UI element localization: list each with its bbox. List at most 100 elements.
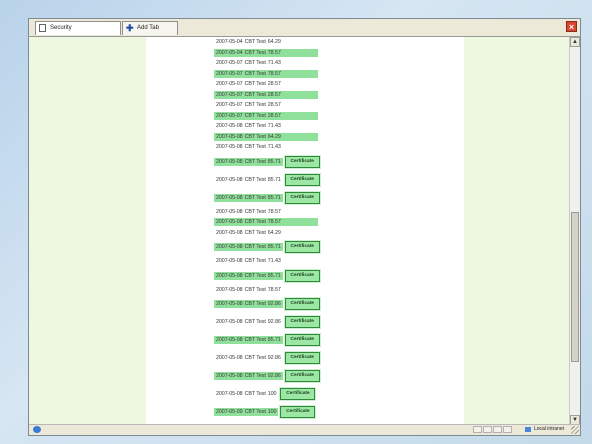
result-text: 2007-05-08 [214, 372, 245, 380]
tab-security[interactable]: Security [35, 21, 121, 35]
result-test-name: CBT Test [244, 157, 268, 166]
result-text: 2007-05-08 [216, 319, 243, 325]
result-row: 2007-05-08 CBT Test 85.71 Certificate [214, 238, 321, 256]
result-text: 2007-05-08 [214, 132, 245, 141]
result-score: 28.57 [267, 81, 281, 88]
certificate-button[interactable]: Certificate [283, 351, 321, 365]
result-score: 28.57 [267, 111, 283, 120]
certificate-button[interactable]: Certificate [283, 315, 321, 329]
result-test-name: CBT Test [244, 48, 268, 57]
result-test-name: CBT Test [244, 90, 268, 99]
result-test-name: CBT Test [244, 243, 268, 251]
result-test-name: CBT Test [244, 144, 266, 151]
result-row: 2007-05-04 CBT Test 78.57 [214, 48, 318, 59]
result-text: 2007-05-08 [216, 229, 243, 236]
add-tab-button[interactable]: ✚ Add Tab [122, 21, 178, 35]
result-score: 85.71 [267, 176, 281, 183]
result-text: 2007-05-08 [216, 258, 243, 265]
result-row: 2007-05-08 CBT Test 64.29 [214, 132, 318, 143]
result-bar [282, 111, 318, 120]
result-row: 2007-05-04 CBT Test 64.29 [214, 37, 283, 48]
result-row: 2007-05-07 CBT Test 71.43 [214, 58, 283, 69]
result-row: 2007-05-07 CBT Test 28.57 [214, 79, 283, 90]
result-row: 2007-05-07 CBT Test 78.57 [214, 69, 318, 80]
certificate-button[interactable]: Certificate [283, 369, 321, 383]
result-test-name: CBT Test [244, 60, 266, 67]
result-test-name: CBT Test [244, 319, 266, 325]
result-text: 2007-05-07 [216, 102, 243, 109]
result-bar [282, 90, 318, 99]
result-text: 2007-05-08 [216, 391, 243, 397]
result-score: 78.57 [267, 218, 283, 227]
result-score: 71.43 [267, 123, 281, 130]
certificate-button[interactable]: Certificate [283, 297, 321, 311]
result-score: 85.71 [267, 271, 283, 280]
result-score: 71.43 [267, 60, 281, 67]
result-score: 78.57 [267, 286, 281, 293]
result-text: 2007-05-04 [216, 39, 243, 46]
result-text: 2007-05-08 [214, 193, 245, 202]
result-text: 2007-05-07 [214, 69, 245, 78]
result-test-name: CBT Test [244, 111, 268, 120]
page-icon [39, 24, 46, 32]
vertical-scrollbar[interactable]: ▲ ▼ [569, 37, 580, 425]
certificate-button[interactable]: Certificate [283, 154, 321, 169]
result-text: 2007-05-08 [214, 218, 245, 227]
result-score: 71.43 [267, 258, 281, 265]
result-text: 2007-05-08 [214, 243, 245, 251]
right-margin-band [464, 37, 569, 425]
result-score: 85.71 [267, 336, 283, 344]
status-bar: Local intranet [29, 424, 580, 435]
result-score: 71.43 [267, 144, 281, 151]
result-test-name: CBT Test [244, 123, 266, 130]
tab-bar: Security ✚ Add Tab × [29, 19, 580, 37]
result-bar [282, 132, 318, 141]
result-row: 2007-05-08 CBT Test 92.86 Certificate [214, 367, 321, 385]
resize-grip[interactable] [571, 426, 579, 434]
result-text: 2007-05-07 [214, 90, 245, 99]
status-cell [503, 426, 512, 433]
result-text: 2007-05-08 [216, 176, 243, 183]
result-test-name: CBT Test [244, 271, 268, 280]
certificate-button[interactable]: Certificate [283, 268, 321, 283]
scroll-up-button[interactable]: ▲ [570, 37, 580, 47]
result-row: 2007-05-08 CBT Test 78.57 [214, 207, 283, 218]
result-test-name: CBT Test [244, 336, 268, 344]
result-bar [282, 69, 318, 78]
result-score: 85.71 [267, 193, 283, 202]
certificate-button[interactable]: Certificate [283, 240, 321, 254]
result-bar [282, 218, 318, 227]
close-icon[interactable]: × [566, 21, 577, 32]
result-row: 2007-05-08 CBT Test 85.71 Certificate [214, 267, 321, 285]
result-test-name: CBT Test [244, 81, 266, 88]
result-score: 85.71 [267, 243, 283, 251]
result-text: 2007-05-04 [214, 48, 245, 57]
scroll-thumb[interactable] [571, 212, 579, 362]
certificate-button[interactable]: Certificate [279, 387, 317, 401]
globe-icon [33, 426, 41, 433]
result-test-name: CBT Test [244, 39, 266, 46]
certificate-button[interactable]: Certificate [283, 333, 321, 347]
certificate-button[interactable]: Certificate [283, 190, 321, 205]
intranet-zone-icon [524, 427, 531, 432]
result-test-name: CBT Test [244, 132, 268, 141]
result-test-name: CBT Test [244, 286, 266, 293]
result-row: 2007-05-08 CBT Test 85.71 Certificate [214, 153, 321, 171]
result-score: 78.57 [267, 69, 283, 78]
result-text: 2007-05-07 [216, 60, 243, 67]
left-margin-band [29, 37, 146, 425]
result-row: 2007-05-08 CBT Test 71.43 [214, 142, 283, 153]
result-row: 2007-05-08 CBT Test 78.57 [214, 285, 283, 296]
zone-label: Local intranet [533, 426, 564, 432]
result-test-name: CBT Test [244, 69, 268, 78]
result-row: 2007-05-08 CBT Test 71.43 [214, 121, 283, 132]
plus-icon: ✚ [126, 23, 134, 33]
result-score: 28.57 [267, 90, 283, 99]
certificate-button[interactable]: Certificate [279, 405, 317, 419]
result-text: 2007-05-08 [216, 123, 243, 130]
result-score: 92.86 [267, 372, 283, 380]
certificate-button[interactable]: Certificate [283, 172, 321, 187]
result-row: 2007-05-08 CBT Test 85.71 Certificate [214, 331, 321, 349]
result-score: 64.29 [267, 132, 283, 141]
add-tab-label: Add Tab [137, 25, 159, 31]
